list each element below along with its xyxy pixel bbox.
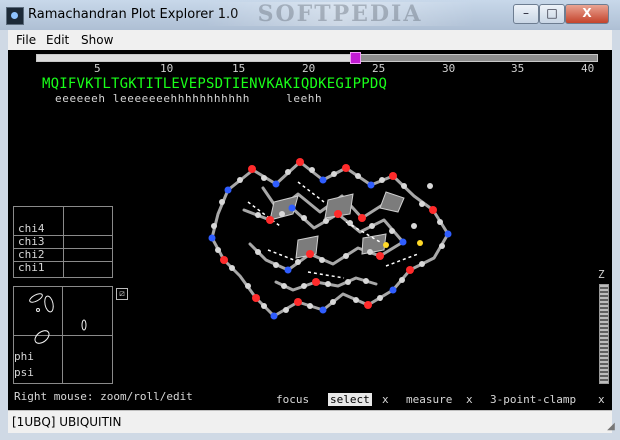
menu-edit[interactable]: Edit — [46, 33, 69, 47]
molecule-view[interactable] — [148, 100, 488, 360]
ruler-tick: 30 — [442, 62, 456, 75]
titlebar: Ramachandran Plot Explorer 1.0 SOFTPEDIA… — [0, 0, 620, 30]
z-label: Z — [598, 268, 605, 281]
protein-sheets — [269, 191, 405, 259]
status-bar: [1UBQ] UBIQUITIN — [8, 410, 612, 433]
mode-3-point-clamp-close[interactable]: x — [598, 393, 605, 406]
maximize-button[interactable]: □ — [539, 4, 565, 24]
mode-measure[interactable]: measure — [406, 393, 452, 406]
residue-slider-fill — [36, 54, 352, 62]
phi-label: phi — [14, 350, 34, 363]
ruler-tick: 25 — [372, 62, 386, 75]
chi4-label: chi4 — [18, 222, 45, 235]
atoms-carbon — [211, 167, 445, 313]
mode-3-point-clamp[interactable]: 3-point-clamp — [490, 393, 576, 406]
ruler-tick: 20 — [302, 62, 316, 75]
ruler-tick: 40 — [581, 62, 595, 75]
mouse-hint: Right mouse: zoom/roll/edit — [14, 390, 193, 403]
chi-row: chi1 — [14, 261, 112, 274]
protein-backbone — [210, 160, 450, 318]
ruler-tick: 5 — [94, 62, 101, 75]
menu-file[interactable]: File — [16, 33, 36, 47]
chi-row: chi3 — [14, 235, 112, 249]
mode-focus[interactable]: focus — [276, 393, 309, 406]
structure-canvas[interactable]: 5 10 15 20 25 30 35 40 MQIFVKTLTGKTITLEV… — [8, 50, 612, 410]
psi-label: psi — [14, 366, 34, 379]
chi3-label: chi3 — [18, 235, 45, 248]
app-icon — [6, 7, 24, 25]
chi-angle-table: chi4 chi3 chi2 chi1 — [13, 206, 113, 278]
z-depth-scrollbar[interactable] — [599, 284, 609, 384]
menu-show[interactable]: Show — [81, 33, 113, 47]
close-button[interactable]: X — [565, 4, 609, 24]
ruler-tick: 10 — [160, 62, 174, 75]
mode-select-close[interactable]: x — [382, 393, 389, 406]
rama-collapse-icon[interactable]: ⧄ — [116, 288, 128, 300]
chi-row: chi4 — [14, 222, 112, 236]
chi1-label: chi1 — [18, 261, 45, 274]
status-text: [1UBQ] UBIQUITIN — [12, 415, 122, 429]
resize-grip-icon[interactable]: ◢ — [605, 421, 617, 433]
mode-select[interactable]: select — [328, 393, 372, 406]
ruler-tick: 35 — [511, 62, 525, 75]
menubar: File Edit Show — [8, 30, 612, 50]
ruler-tick: 15 — [232, 62, 246, 75]
minimize-button[interactable]: – — [513, 4, 539, 24]
mode-measure-close[interactable]: x — [466, 393, 473, 406]
watermark: SOFTPEDIA — [205, 2, 475, 26]
residue-ruler: 5 10 15 20 25 30 35 40 — [8, 62, 612, 76]
chi2-label: chi2 — [18, 248, 45, 261]
chi-row: chi2 — [14, 248, 112, 262]
